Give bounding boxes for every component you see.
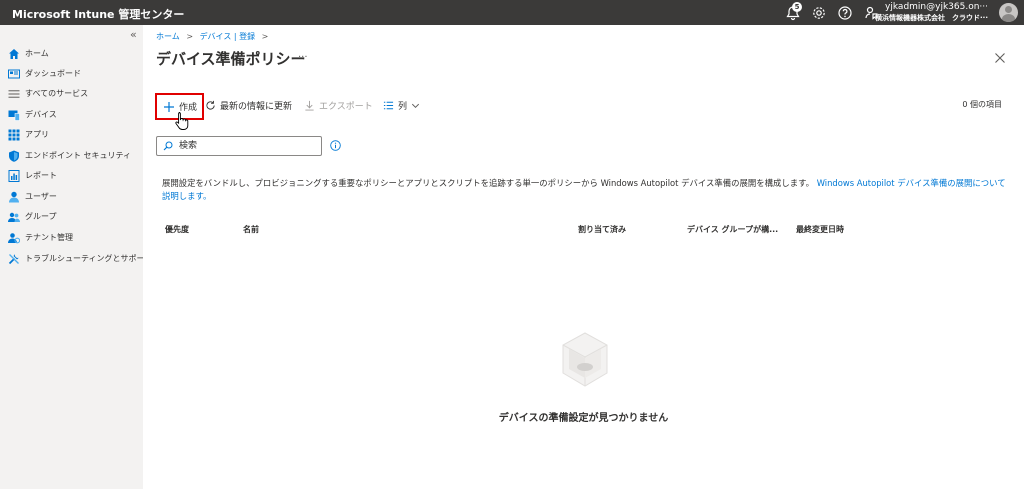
sidebar-item-troubleshooting[interactable]: トラブルシューティングとサポート bbox=[0, 249, 153, 269]
reports-icon bbox=[8, 170, 20, 182]
notification-count-badge: 5 bbox=[792, 2, 802, 12]
refresh-button[interactable]: 最新の情報に更新 bbox=[205, 97, 292, 113]
sidebar-item-label: アプリ bbox=[25, 130, 49, 139]
sidebar-item-label: すべてのサービス bbox=[25, 89, 89, 98]
sidebar-item-home[interactable]: ホーム bbox=[0, 44, 143, 64]
app-title[interactable]: Microsoft Intune 管理センター bbox=[12, 6, 184, 22]
top-bar: Microsoft Intune 管理センター 5 yjkadmin@yjk36… bbox=[0, 0, 1024, 25]
sidebar-item-devices[interactable]: デバイス bbox=[0, 105, 143, 125]
column-header-name[interactable]: 名前 bbox=[243, 224, 259, 235]
empty-box-icon bbox=[562, 332, 608, 387]
dashboard-icon bbox=[8, 68, 20, 80]
user-icon bbox=[8, 191, 20, 203]
description-text: 展開設定をバンドルし、プロビジョニングする重要なポリシーとアプリとスクリプトを追… bbox=[162, 178, 815, 188]
sidebar-item-label: レポート bbox=[25, 171, 57, 180]
breadcrumb-device-enrollment[interactable]: デバイス | 登録 bbox=[200, 32, 256, 41]
search-box[interactable] bbox=[156, 136, 322, 156]
page-description: 展開設定をバンドルし、プロビジョニングする重要なポリシーとアプリとスクリプトを追… bbox=[162, 177, 1012, 203]
troubleshooting-icon bbox=[8, 253, 20, 265]
sidebar-item-endpoint-security[interactable]: エンドポイント セキュリティ bbox=[0, 146, 143, 166]
sidebar-item-label: ダッシュボード bbox=[25, 69, 81, 78]
avatar[interactable] bbox=[999, 3, 1018, 22]
sidebar-item-users[interactable]: ユーザー bbox=[0, 187, 143, 207]
account-info[interactable]: yjkadmin@yjk365.on··· 横浜情報機器株式会社 クラウド··· bbox=[875, 2, 988, 23]
devices-icon bbox=[8, 109, 20, 121]
export-label: エクスポート bbox=[319, 101, 373, 112]
download-icon bbox=[305, 100, 314, 111]
settings-gear-icon[interactable] bbox=[811, 5, 827, 21]
search-input[interactable] bbox=[179, 140, 317, 152]
sidebar-item-groups[interactable]: グループ bbox=[0, 207, 143, 227]
sidebar-item-label: ユーザー bbox=[25, 192, 57, 201]
sidebar-item-apps[interactable]: アプリ bbox=[0, 125, 143, 145]
breadcrumb-separator: > bbox=[261, 32, 269, 41]
breadcrumb-home[interactable]: ホーム bbox=[156, 32, 180, 41]
sidebar-item-label: デバイス bbox=[25, 110, 57, 119]
account-email: yjkadmin@yjk365.on··· bbox=[885, 2, 988, 12]
sidebar-item-label: ホーム bbox=[25, 49, 49, 58]
all-services-icon bbox=[8, 88, 20, 100]
columns-label: 列 bbox=[398, 101, 408, 112]
sidebar-item-dashboard[interactable]: ダッシュボード bbox=[0, 64, 143, 84]
hand-pointer-cursor-icon bbox=[175, 112, 189, 130]
item-count: 0 個の項目 bbox=[962, 100, 1002, 109]
breadcrumb-separator: > bbox=[186, 32, 194, 41]
page-title: デバイス準備ポリシー bbox=[156, 50, 306, 68]
empty-state-message: デバイスの準備設定が見つかりません bbox=[498, 413, 669, 424]
endpoint-security-icon bbox=[8, 150, 20, 162]
columns-icon bbox=[383, 101, 394, 109]
column-header-device-group[interactable]: デバイス グループが構... bbox=[687, 224, 778, 235]
sidebar-item-label: トラブルシューティングとサポート bbox=[25, 254, 153, 263]
home-icon bbox=[8, 48, 20, 60]
collapse-sidebar-icon[interactable]: « bbox=[130, 28, 137, 41]
search-icon bbox=[163, 141, 173, 151]
breadcrumb: ホーム > デバイス | 登録 > bbox=[156, 31, 272, 42]
export-button: エクスポート bbox=[304, 97, 373, 113]
columns-button[interactable]: 列 bbox=[383, 97, 421, 113]
column-header-last-modified[interactable]: 最終変更日時 bbox=[796, 224, 844, 235]
tenant-admin-icon bbox=[8, 232, 20, 244]
refresh-label: 最新の情報に更新 bbox=[220, 101, 293, 112]
close-icon[interactable] bbox=[994, 52, 1006, 64]
info-icon[interactable] bbox=[330, 140, 341, 151]
sidebar-item-label: エンドポイント セキュリティ bbox=[25, 151, 132, 160]
account-organization: 横浜情報機器株式会社 クラウド··· bbox=[875, 14, 988, 22]
apps-icon bbox=[8, 129, 20, 141]
groups-icon bbox=[8, 211, 20, 223]
sidebar-item-tenant-admin[interactable]: テナント管理 bbox=[0, 228, 143, 248]
help-icon[interactable] bbox=[837, 5, 853, 21]
sidebar: « ホーム ダッシュボード すべてのサービス デバイス アプリ エンドポイント … bbox=[0, 25, 153, 489]
column-header-priority[interactable]: 優先度 bbox=[165, 224, 189, 235]
refresh-icon bbox=[206, 100, 215, 110]
sidebar-item-all-services[interactable]: すべてのサービス bbox=[0, 84, 143, 104]
main-content: ホーム > デバイス | 登録 > デバイス準備ポリシー ··· 作成 最新の情… bbox=[143, 25, 1024, 489]
chevron-down-icon bbox=[411, 103, 420, 108]
sidebar-item-label: テナント管理 bbox=[25, 233, 73, 242]
sidebar-item-label: グループ bbox=[25, 212, 57, 221]
column-header-assigned[interactable]: 割り当て済み bbox=[578, 224, 626, 235]
more-options-button[interactable]: ··· bbox=[298, 52, 308, 63]
sidebar-item-reports[interactable]: レポート bbox=[0, 166, 143, 186]
